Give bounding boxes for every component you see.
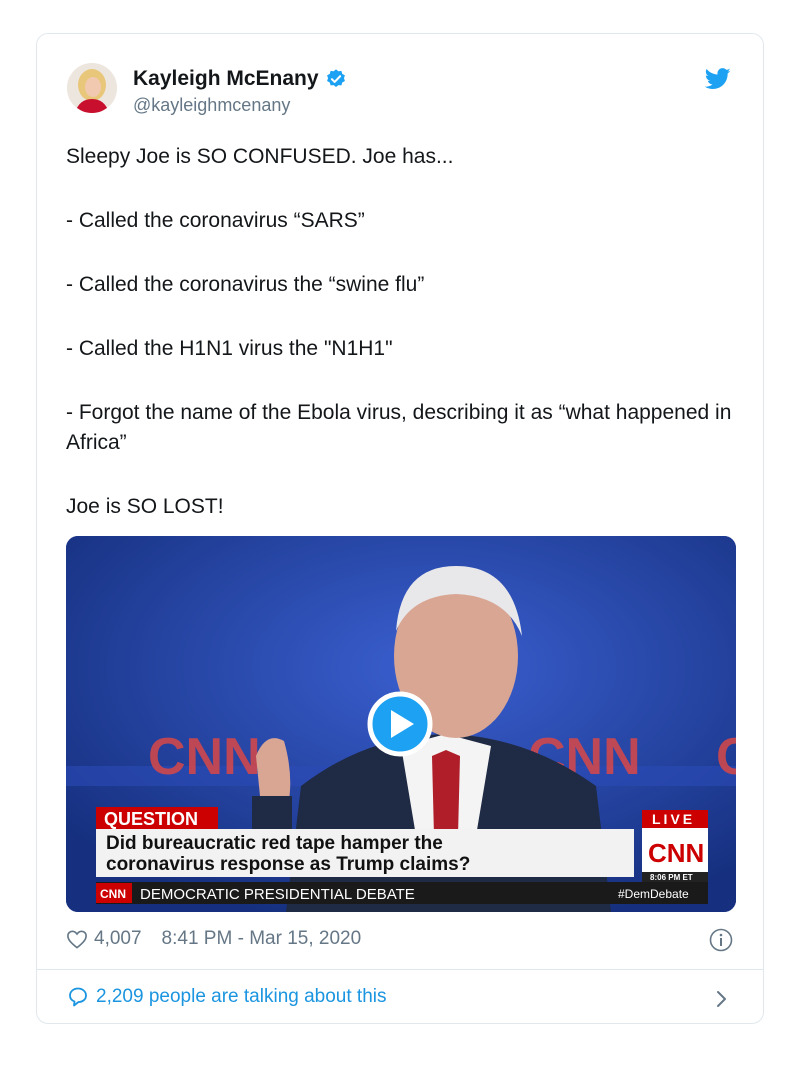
verified-badge-icon (326, 69, 345, 87)
author-handle[interactable]: @kayleighmcenany (133, 95, 290, 116)
cnn-backdrop-logo: CNN (148, 728, 261, 786)
live-label: LIVE (652, 811, 695, 827)
line-spacer (66, 300, 736, 334)
tweet-card: Kayleigh McEnany @kayleighmcenany Sleepy… (36, 33, 764, 1024)
broadcast-time: 8:06 PM ET (650, 873, 693, 882)
tweet-meta: 4,007 8:41 PM - Mar 15, 2020 (66, 928, 361, 950)
debate-hashtag: #DemDebate (618, 887, 689, 901)
play-button[interactable] (367, 691, 433, 757)
line-spacer (66, 236, 736, 270)
cnn-backdrop-logo: CNN (716, 728, 736, 786)
info-icon[interactable] (709, 928, 733, 952)
twitter-bird-icon[interactable] (705, 68, 731, 90)
tweet-line: Joe is SO LOST! (66, 495, 224, 518)
tweet-text: Sleepy Joe is SO CONFUSED. Joe has... - … (66, 142, 736, 522)
divider (37, 969, 763, 970)
ticker-text: DEMOCRATIC PRESIDENTIAL DEBATE (140, 886, 415, 903)
tweet-line: - Called the coronavirus “SARS” (66, 209, 365, 232)
tweet-line: - Forgot the name of the Ebola virus, de… (66, 401, 732, 454)
heart-icon[interactable] (66, 929, 88, 949)
question-line-1: Did bureaucratic red tape hamper the (106, 833, 443, 854)
tweet-timestamp[interactable]: 8:41 PM - Mar 15, 2020 (162, 928, 362, 950)
line-spacer (66, 364, 736, 398)
chevron-right-icon[interactable] (715, 988, 729, 1010)
question-line-2: coronavirus response as Trump claims? (106, 854, 470, 875)
line-spacer (66, 458, 736, 492)
tweet-line: - Called the H1N1 virus the "N1H1" (66, 337, 393, 360)
line-spacer (66, 172, 736, 206)
author-name-text: Kayleigh McEnany (133, 67, 319, 90)
ticker-logo: CNN (100, 887, 126, 901)
avatar[interactable] (67, 63, 117, 113)
like-count[interactable]: 4,007 (94, 928, 142, 950)
conversation-text: 2,209 people are talking about this (96, 986, 387, 1007)
author-name[interactable]: Kayleigh McEnany (133, 67, 347, 91)
tweet-line: Sleepy Joe is SO CONFUSED. Joe has... (66, 145, 454, 168)
reply-bubble-icon (69, 987, 87, 1007)
conversation-link[interactable]: 2,209 people are talking about this (66, 986, 387, 1008)
cnn-live-logo: CNN (648, 838, 704, 868)
question-label: QUESTION (104, 809, 198, 829)
video-player[interactable]: CNN CNN CNN QUESTION Did bureauc (66, 536, 736, 912)
tweet-line: - Called the coronavirus the “swine flu” (66, 273, 425, 296)
